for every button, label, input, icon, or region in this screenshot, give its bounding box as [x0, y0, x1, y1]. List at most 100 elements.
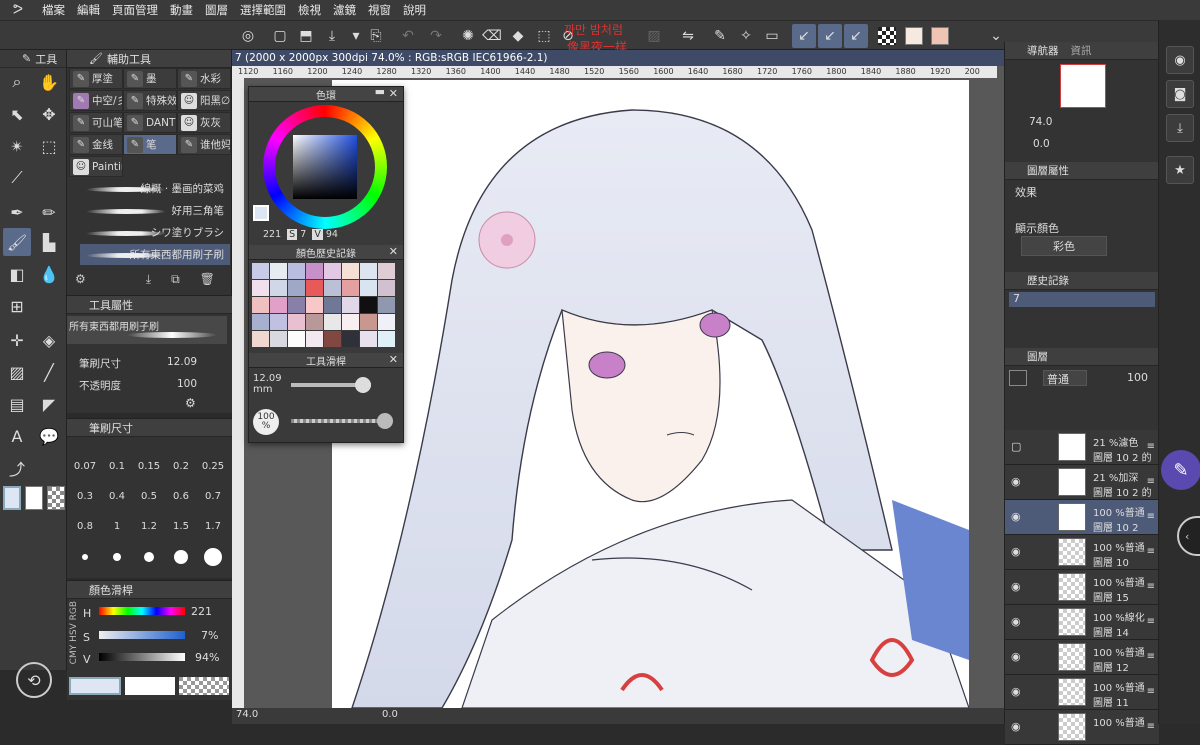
transparent-color-icon[interactable]	[878, 27, 896, 45]
brush-size-option[interactable]: 0.1	[101, 461, 133, 472]
brush-size-option[interactable]: 0.6	[165, 491, 197, 502]
brush-size-option[interactable]: 1	[101, 521, 133, 532]
history-swatch[interactable]	[324, 263, 341, 279]
h-value[interactable]: 221	[191, 605, 212, 618]
clear-icon[interactable]: ⌫	[480, 24, 504, 48]
brush-size-dot[interactable]	[82, 554, 88, 560]
ruler-tool-icon[interactable]: ◤	[35, 390, 63, 418]
main-color-swatch[interactable]	[3, 486, 21, 510]
close-icon[interactable]: ✕	[389, 245, 398, 258]
subtool-hollow[interactable]: ✎中空/彡	[69, 90, 123, 111]
history-swatch[interactable]	[378, 280, 395, 296]
v-slider[interactable]	[99, 653, 185, 661]
subtool-thick[interactable]: ✎ 厚塗	[69, 68, 123, 89]
pencil-tool-icon[interactable]: ✏	[35, 198, 63, 226]
subtool-shuitama[interactable]: ✎ 谁他妈	[177, 134, 231, 155]
frame-tool-icon[interactable]: ▤	[3, 390, 31, 418]
decoration-tool-icon[interactable]: ⊞	[3, 292, 31, 320]
visibility-eye-icon[interactable]: ◉	[1011, 615, 1025, 628]
v-value[interactable]: 94%	[195, 651, 219, 664]
trash-icon[interactable]: 🗑	[200, 272, 215, 287]
layer-menu-icon[interactable]: ≡	[1147, 476, 1155, 487]
subtool-ink[interactable]: ✎ 墨	[123, 68, 177, 89]
close-icon[interactable]: ✕	[389, 87, 398, 100]
minimize-icon[interactable]: ▬	[375, 85, 385, 98]
sub-color-large[interactable]	[125, 677, 175, 695]
history-swatch[interactable]	[306, 314, 323, 330]
zoom-value[interactable]: 74.0	[236, 709, 258, 720]
history-swatch[interactable]	[252, 280, 269, 296]
airbrush-tool-icon[interactable]: ▙	[35, 228, 63, 256]
navigator-thumbnail[interactable]	[1060, 64, 1106, 108]
brush-row-4[interactable]: 所有東西都用刷子刷	[80, 244, 230, 265]
layer-menu-icon[interactable]: ≡	[1147, 441, 1155, 452]
size-value[interactable]: 12.09	[167, 356, 197, 368]
history-swatch[interactable]	[324, 297, 341, 313]
history-swatch[interactable]	[342, 297, 359, 313]
flip-icon[interactable]: ⇋	[676, 24, 700, 48]
brush-size-option[interactable]: 0.5	[133, 491, 165, 502]
history-swatch[interactable]	[288, 280, 305, 296]
layer-opacity-value[interactable]: 100	[1127, 371, 1148, 384]
size-slider-thumb[interactable]	[355, 377, 371, 393]
history-swatch[interactable]	[270, 280, 287, 296]
info-tab[interactable]: 資訊	[1071, 43, 1092, 58]
export-icon[interactable]: ⎘	[364, 24, 388, 48]
subtool-settings-icon[interactable]: ⚙	[75, 272, 86, 287]
subtool-keshan[interactable]: ✎ 可山笔	[69, 112, 123, 133]
history-swatch[interactable]	[252, 297, 269, 313]
layer-menu-icon[interactable]: ≡	[1147, 546, 1155, 557]
visibility-eye-icon[interactable]: ◉	[1011, 685, 1025, 698]
layer-row[interactable]: ◉ 100 %普通 圖層 10 2 ≡	[1005, 500, 1159, 535]
cursor-icon[interactable]: ◉	[1166, 46, 1194, 74]
menu-help[interactable]: 說明	[397, 0, 432, 20]
history-swatch[interactable]	[342, 314, 359, 330]
hand-tool-icon[interactable]: ✋	[35, 68, 63, 96]
layer-row[interactable]: ▢ 21 %濾色 圖層 10 2 的 ≡	[1005, 430, 1159, 465]
brush-size-option[interactable]: 0.7	[197, 491, 229, 502]
history-swatch[interactable]	[270, 314, 287, 330]
history-swatch[interactable]	[342, 331, 359, 347]
history-swatch[interactable]	[270, 263, 287, 279]
history-swatch[interactable]	[306, 263, 323, 279]
layer-color-icon[interactable]	[1009, 370, 1027, 386]
history-swatch[interactable]	[360, 331, 377, 347]
history-swatch[interactable]	[360, 263, 377, 279]
history-swatch[interactable]	[288, 297, 305, 313]
stabilizer-2-icon[interactable]: ↙	[818, 24, 842, 48]
blend-tool-icon[interactable]: 💧	[35, 260, 63, 288]
camera-icon[interactable]: ◙	[1166, 80, 1194, 108]
history-swatch[interactable]	[360, 297, 377, 313]
paper-icon[interactable]: ▭	[760, 24, 784, 48]
fill-tool-icon[interactable]: ◈	[35, 326, 63, 354]
history-swatch[interactable]	[252, 314, 269, 330]
nav-angle[interactable]: 0.0	[1033, 138, 1050, 150]
figure-tool-icon[interactable]: ✛	[3, 326, 31, 354]
history-swatch[interactable]	[342, 280, 359, 296]
brush-size-dot[interactable]	[174, 550, 188, 564]
sync-icon[interactable]: ⟲	[16, 662, 52, 698]
subtool-dant[interactable]: ✎ DANT'	[123, 112, 177, 133]
history-swatch[interactable]	[324, 314, 341, 330]
pen-tool-icon[interactable]: ✒	[3, 198, 31, 226]
eyedropper-icon[interactable]: ⟋	[3, 164, 31, 192]
main-color-large[interactable]	[69, 677, 121, 695]
angle-value[interactable]: 0.0	[382, 709, 398, 720]
app-logo-icon[interactable]: ᕗ	[0, 0, 36, 20]
subtool-pen[interactable]: ✎ 笔	[123, 134, 177, 155]
brush-size-option[interactable]: 0.3	[69, 491, 101, 502]
import-icon[interactable]: ⤓	[146, 272, 151, 287]
s-value[interactable]: 7%	[201, 629, 218, 642]
open-icon[interactable]: ⬒	[294, 24, 318, 48]
visibility-eye-icon[interactable]: ▢	[1011, 440, 1025, 453]
history-swatch[interactable]	[252, 263, 269, 279]
brush-row-3[interactable]: シワ塗りブラシ	[80, 222, 230, 243]
zoom-tool-icon[interactable]: ⌕	[3, 68, 31, 96]
wheel-main-color[interactable]	[253, 205, 269, 221]
history-swatch[interactable]	[378, 331, 395, 347]
layer-row[interactable]: ◉ 100 %普通 圖層 10 ≡	[1005, 535, 1159, 570]
history-swatch[interactable]	[360, 280, 377, 296]
visibility-eye-icon[interactable]: ◉	[1011, 475, 1025, 488]
color-mode-tabs[interactable]: CMY HSV RGB	[69, 601, 81, 664]
layer-row[interactable]: ◉ 100 %普通 圖層 12 ≡	[1005, 640, 1159, 675]
